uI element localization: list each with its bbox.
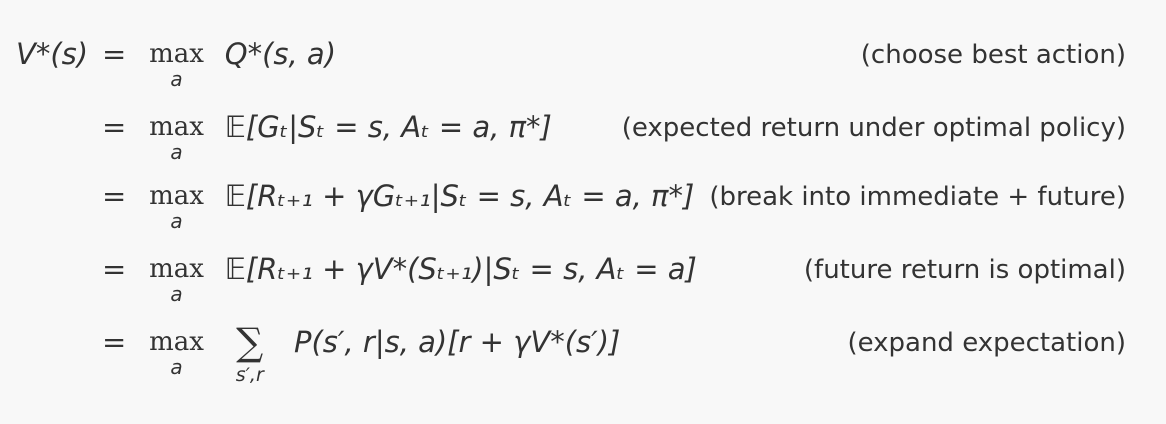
equation-rhs-1: = max a Q*(s, a) bbox=[102, 36, 336, 92]
derivation-line-5: = max a ∑ s′,r P(s′, r|s, a)[r + γV*(s′)… bbox=[0, 310, 1166, 410]
derivation-line-4: = max a 𝔼[Rₜ₊₁ + γV*(Sₜ₊₁)|Sₜ = s, Aₜ = … bbox=[0, 237, 1166, 309]
max-operator: max a bbox=[146, 36, 208, 91]
equation-rhs-5: = max a ∑ s′,r P(s′, r|s, a)[r + γV*(s′)… bbox=[102, 323, 621, 385]
annotation: (expand expectation) bbox=[847, 328, 1126, 358]
max-subscript: a bbox=[170, 67, 183, 91]
equals-sign: = bbox=[102, 252, 127, 286]
expression: 𝔼[Gₜ|Sₜ = s, Aₜ = a, π*] bbox=[224, 110, 552, 144]
equals-sign: = bbox=[102, 110, 127, 144]
equals-sign: = bbox=[102, 37, 127, 71]
derivation-line-2: = max a 𝔼[Gₜ|Sₜ = s, Aₜ = a, π*] (expect… bbox=[0, 95, 1166, 167]
equals-sign: = bbox=[102, 325, 127, 359]
max-subscript: a bbox=[170, 355, 183, 379]
max-operator: max a bbox=[146, 178, 208, 233]
expression: 𝔼[Rₜ₊₁ + γV*(Sₜ₊₁)|Sₜ = s, Aₜ = a] bbox=[224, 252, 697, 286]
equation-rhs-2: = max a 𝔼[Gₜ|Sₜ = s, Aₜ = a, π*] bbox=[102, 109, 552, 165]
equation-rhs-4: = max a 𝔼[Rₜ₊₁ + γV*(Sₜ₊₁)|Sₜ = s, Aₜ = … bbox=[102, 251, 697, 307]
max-subscript: a bbox=[170, 209, 183, 233]
equation-lhs: V*(s) bbox=[16, 37, 89, 71]
max-subscript: a bbox=[170, 140, 183, 164]
expression: Q*(s, a) bbox=[224, 37, 337, 71]
max-operator: max a bbox=[146, 109, 208, 164]
equals-sign: = bbox=[102, 179, 127, 213]
derivation-line-3: = max a 𝔼[Rₜ₊₁ + γGₜ₊₁|Sₜ = s, Aₜ = a, π… bbox=[0, 164, 1166, 236]
annotation: (future return is optimal) bbox=[803, 255, 1126, 285]
summation-subscript: s′,r bbox=[235, 364, 264, 386]
bellman-optimality-derivation: V*(s) = max a Q*(s, a) (choose best acti… bbox=[0, 0, 1166, 424]
max-subscript: a bbox=[170, 282, 183, 306]
summation-symbol: ∑ bbox=[236, 320, 264, 364]
annotation: (expected return under optimal policy) bbox=[621, 113, 1126, 143]
max-operator: max a bbox=[146, 324, 208, 379]
equation-rhs-3: = max a 𝔼[Rₜ₊₁ + γGₜ₊₁|Sₜ = s, Aₜ = a, π… bbox=[102, 178, 694, 234]
summation-operator: ∑ s′,r bbox=[221, 320, 279, 386]
derivation-line-1: V*(s) = max a Q*(s, a) (choose best acti… bbox=[0, 22, 1166, 94]
annotation: (choose best action) bbox=[860, 40, 1126, 70]
expression: 𝔼[Rₜ₊₁ + γGₜ₊₁|Sₜ = s, Aₜ = a, π*] bbox=[224, 179, 695, 213]
annotation: (break into immediate + future) bbox=[709, 182, 1126, 212]
max-operator: max a bbox=[146, 251, 208, 306]
expression: P(s′, r|s, a)[r + γV*(s′)] bbox=[293, 325, 621, 359]
